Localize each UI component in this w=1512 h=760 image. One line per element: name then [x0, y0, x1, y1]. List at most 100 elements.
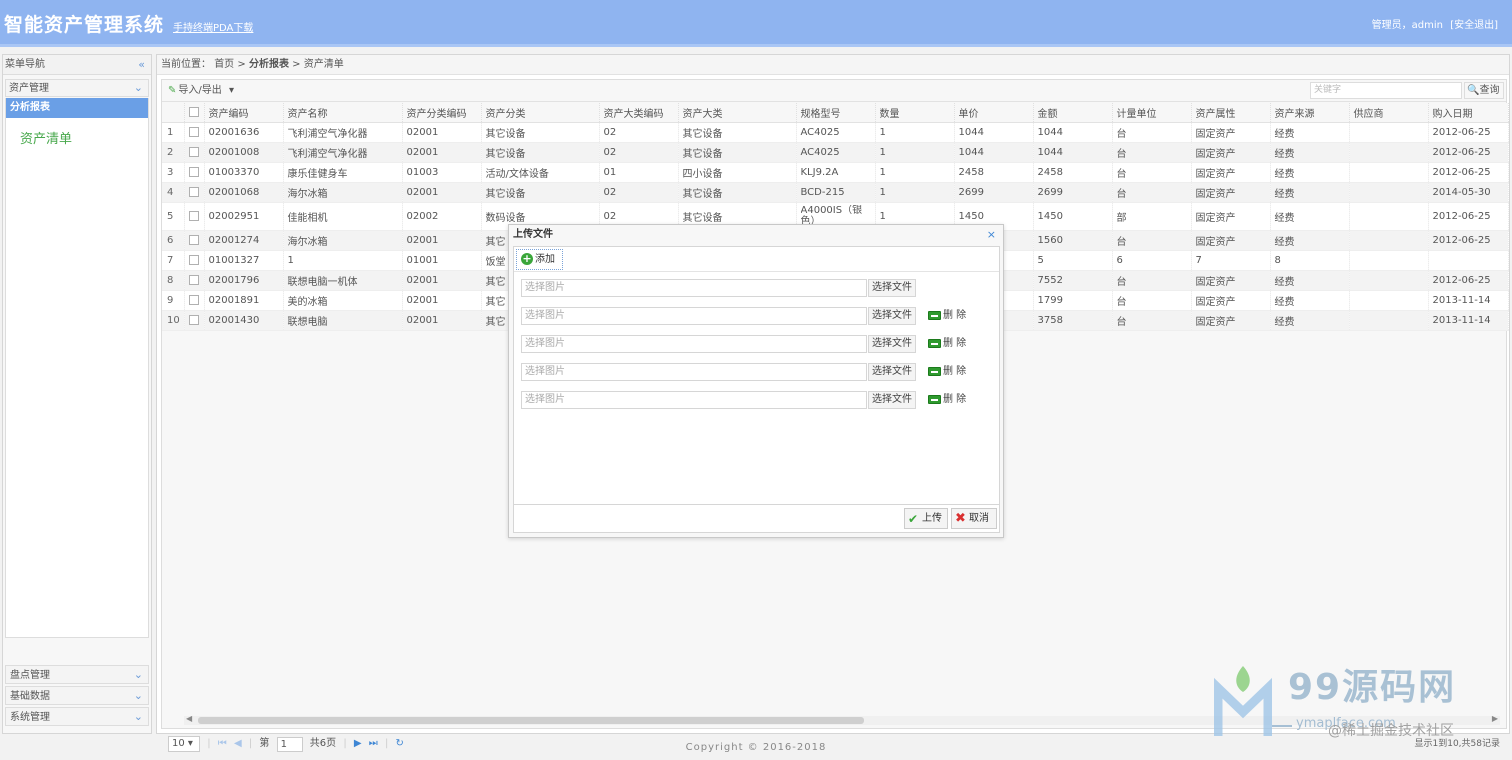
file-path-input[interactable]: 选择图片 [521, 391, 867, 409]
choose-file-button[interactable]: 选择文件 [868, 307, 916, 325]
column-header[interactable]: 资产大类 [678, 103, 797, 123]
accordion-header-inventory[interactable]: 盘点管理 ⌄ [5, 665, 149, 684]
row-checkbox[interactable] [184, 202, 205, 231]
table-cell: 02002951 [204, 202, 284, 231]
column-header[interactable]: 资产名称 [283, 103, 403, 123]
pda-download-link[interactable]: 手持终端PDA下载 [173, 19, 253, 34]
table-row[interactable]: 3 01003370 康乐佳健身车 01003 活动/文体设备 01 四小设备 KLJ9.2A… [162, 162, 1509, 183]
column-header[interactable]: 资产属性 [1191, 103, 1271, 123]
table-row[interactable]: 2 02001008 飞利浦空气净化器 02001 其它设备 02 其它设备 AC4025 1 1… [162, 142, 1509, 163]
column-header[interactable]: 资产分类 [481, 103, 600, 123]
upload-button[interactable]: ✔ 上传 [904, 508, 948, 529]
logout-link[interactable]: [安全退出] [1450, 20, 1498, 31]
table-cell: 02001430 [204, 310, 284, 331]
table-cell: 其它设备 [678, 142, 797, 163]
breadcrumb-home[interactable]: 首页 [214, 59, 234, 70]
table-cell: 其它设备 [678, 182, 797, 203]
column-header[interactable]: 计量单位 [1112, 103, 1192, 123]
table-cell: 1044 [1033, 142, 1113, 163]
sidebar-link-asset-list[interactable]: 资产清单 [6, 118, 148, 147]
file-path-input[interactable]: 选择图片 [521, 335, 867, 353]
row-checkbox[interactable] [184, 122, 205, 143]
collapse-sidebar-icon[interactable]: « [138, 55, 145, 75]
table-row[interactable]: 1 02001636 飞利浦空气净化器 02001 其它设备 02 其它设备 AC4025 1 1… [162, 122, 1509, 143]
accordion-header-system[interactable]: 系统管理 ⌄ [5, 707, 149, 726]
accordion-header-base-data[interactable]: 基础数据 ⌄ [5, 686, 149, 705]
sidebar: 菜单导航 « 资产管理 ⌄ 分析报表 资产清单 盘点管理 ⌄ 基础数据 ⌄ 系统… [2, 54, 152, 734]
row-checkbox[interactable] [184, 230, 205, 251]
table-cell: 经费 [1270, 142, 1350, 163]
table-cell: 经费 [1270, 202, 1350, 231]
table-cell: 02001274 [204, 230, 284, 251]
column-header[interactable]: 金额 [1033, 103, 1113, 123]
scroll-left-icon[interactable]: ◀ [186, 714, 192, 723]
select-all-checkbox[interactable] [184, 103, 205, 123]
delete-file-button[interactable]: 删 除 [928, 309, 966, 323]
row-checkbox[interactable] [184, 270, 205, 291]
choose-file-button[interactable]: 选择文件 [868, 363, 916, 381]
table-cell: 飞利浦空气净化器 [283, 122, 403, 143]
row-checkbox[interactable] [184, 310, 205, 331]
table-cell: 经费 [1270, 122, 1350, 143]
column-header[interactable]: 数量 [875, 103, 955, 123]
search-button[interactable]: 🔍查询 [1464, 82, 1504, 99]
delete-file-button[interactable]: 删 除 [928, 337, 966, 351]
column-header[interactable]: 单价 [954, 103, 1034, 123]
table-cell: 01 [599, 162, 679, 183]
row-checkbox[interactable] [184, 290, 205, 311]
row-number: 5 [162, 202, 185, 231]
column-header[interactable]: 资产编码 [204, 103, 284, 123]
file-path-input[interactable]: 选择图片 [521, 279, 867, 297]
choose-file-button[interactable]: 选择文件 [868, 335, 916, 353]
row-checkbox[interactable] [184, 182, 205, 203]
choose-file-button[interactable]: 选择文件 [868, 279, 916, 297]
column-header[interactable]: 资产来源 [1270, 103, 1350, 123]
cancel-button[interactable]: ✖ 取消 [951, 508, 997, 529]
table-cell: 1044 [954, 142, 1034, 163]
row-checkbox[interactable] [184, 142, 205, 163]
table-cell: 经费 [1270, 290, 1350, 311]
table-cell: 四小设备 [678, 162, 797, 183]
table-cell: 02001891 [204, 290, 284, 311]
row-checkbox[interactable] [184, 250, 205, 271]
table-cell: KLJ9.2A [796, 162, 876, 183]
table-cell: 8 [1270, 250, 1350, 271]
choose-file-button[interactable]: 选择文件 [868, 391, 916, 409]
dialog-toolbar: + 添加 [514, 247, 999, 272]
close-icon[interactable]: × [987, 228, 996, 241]
column-header[interactable]: 资产分类编码 [402, 103, 482, 123]
row-checkbox[interactable] [184, 162, 205, 183]
table-cell: 01003 [402, 162, 482, 183]
table-cell: 7 [1191, 250, 1271, 271]
table-cell: 02002 [402, 202, 482, 231]
accordion-label: 基础数据 [10, 691, 50, 702]
table-cell: 7552 [1033, 270, 1113, 291]
user-label: 管理员，admin [1371, 20, 1443, 31]
delete-file-button[interactable]: 删 除 [928, 393, 966, 407]
column-header[interactable]: 购入日期 [1428, 103, 1509, 123]
column-header[interactable]: 供应商 [1349, 103, 1429, 123]
table-cell [1349, 250, 1429, 271]
table-row[interactable]: 4 02001068 海尔冰箱 02001 其它设备 02 其它设备 BCD-215 1 2699… [162, 182, 1509, 203]
table-cell: 3758 [1033, 310, 1113, 331]
table-cell: 固定资产 [1191, 142, 1271, 163]
table-cell: 固定资产 [1191, 182, 1271, 203]
column-header[interactable]: 规格型号 [796, 103, 876, 123]
import-export-button[interactable]: ✎ 导入/导出 ▾ [168, 85, 234, 96]
sidebar-item-analysis-report[interactable]: 分析报表 [6, 98, 148, 118]
table-cell: 02001 [402, 182, 482, 203]
delete-file-button[interactable]: 删 除 [928, 365, 966, 379]
accordion-header-asset-management[interactable]: 资产管理 ⌄ [5, 79, 149, 97]
table-cell: 02001796 [204, 270, 284, 291]
file-path-input[interactable]: 选择图片 [521, 363, 867, 381]
table-cell: 2013-11-14 [1428, 310, 1509, 331]
column-header[interactable]: 资产大类编码 [599, 103, 679, 123]
add-file-button[interactable]: + 添加 [516, 249, 563, 270]
dialog-body: + 添加 选择图片 选择文件 选择图片 选择文件删 除选择图片 选择文件删 除选择图片选… [513, 246, 1000, 505]
search-input[interactable]: 关键字 [1310, 82, 1462, 99]
table-cell: 台 [1112, 182, 1192, 203]
pencil-icon: ✎ [168, 85, 177, 96]
scrollbar-thumb[interactable] [198, 717, 864, 724]
file-path-input[interactable]: 选择图片 [521, 307, 867, 325]
table-cell: 02001068 [204, 182, 284, 203]
